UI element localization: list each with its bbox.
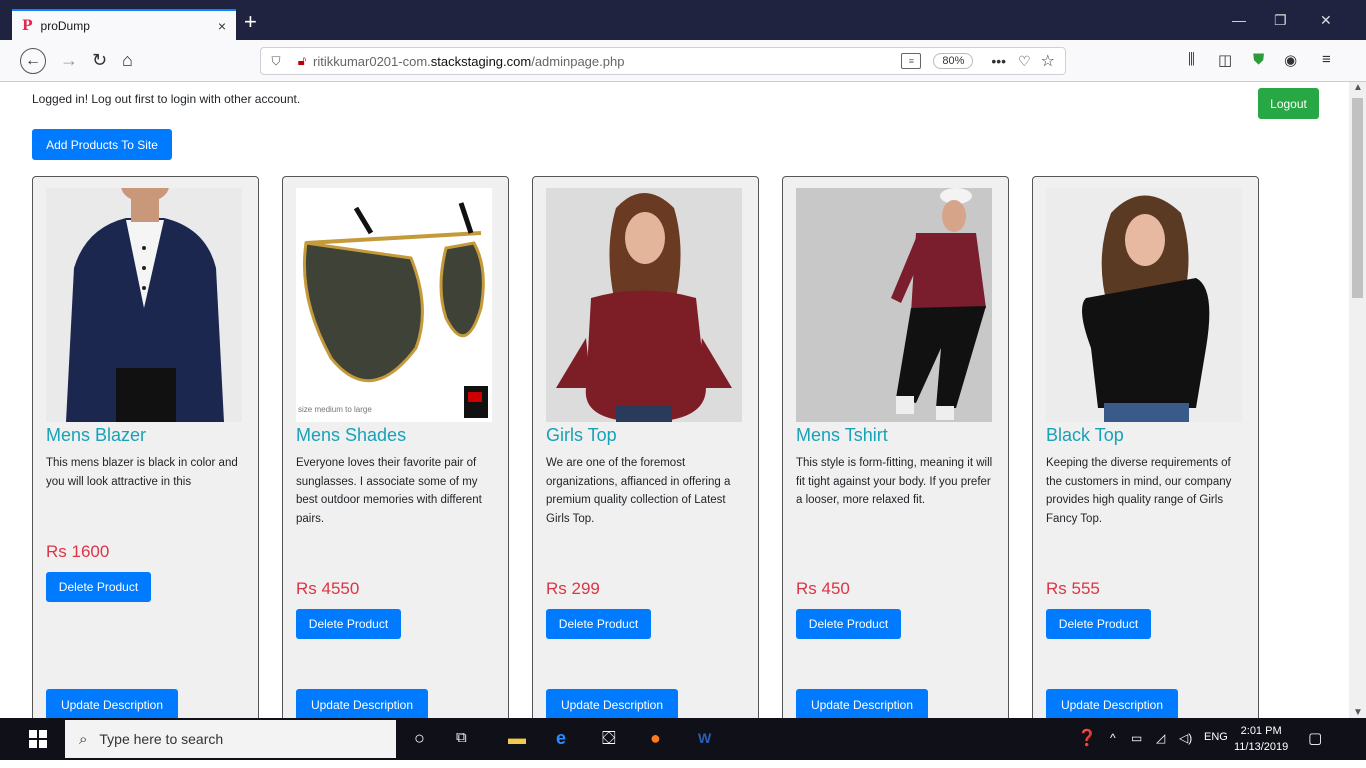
product-description: This style is form-fitting, meaning it w… [796,457,993,506]
close-window-icon[interactable]: ✕ [1320,12,1332,29]
url-bar[interactable]: ⛉ 🔓︎ ritikkumar0201-com.stackstaging.com… [260,47,1066,75]
library-icon[interactable]: ⫼ [1188,51,1195,68]
product-image-caption: size medium to large [298,405,372,414]
product-card: Mens Blazer This mens blazer is black in… [32,176,259,718]
notifications-icon[interactable]: ▢ [1308,729,1322,747]
scroll-down-icon[interactable]: ▼ [1353,707,1363,718]
update-description-button[interactable]: Update Description [796,689,928,718]
delete-product-button[interactable]: Delete Product [1046,609,1151,639]
product-price: Rs 299 [546,579,600,598]
help-icon[interactable]: ❓ [1077,728,1097,748]
product-price: Rs 4550 [296,579,360,598]
back-icon[interactable]: ← [20,48,46,74]
new-tab-icon[interactable]: + [244,11,257,33]
product-card: Black Top Keeping the diverse requiremen… [1032,176,1259,718]
clock-time: 2:01 PM [1240,725,1282,737]
product-description: This mens blazer is black in color and y… [46,457,238,488]
product-name: Girls Top [546,425,617,445]
add-products-button[interactable]: Add Products To Site [32,129,172,160]
scrollbar-thumb[interactable] [1352,98,1363,298]
taskbar-search-box[interactable]: ⌕ Type here to search [65,720,396,758]
product-price: Rs 450 [796,579,850,598]
minimize-icon[interactable]: — [1232,12,1246,28]
login-status-message: Logged in! Log out first to login with o… [32,92,301,106]
product-card: size medium to large Mens Shades Everyon… [282,176,509,718]
browser-nav-bar: ← → ↻ ⌂ ⛉ 🔓︎ ritikkumar0201-com.stacksta… [0,40,1366,82]
page-scrollbar[interactable]: ▲ ▼ [1349,82,1366,718]
product-name: Mens Shades [296,425,407,445]
forward-icon[interactable]: → [60,49,78,71]
tracking-shield-icon[interactable]: ⛉ [261,54,291,69]
network-icon[interactable]: ◿ [1156,731,1165,745]
product-description: We are one of the foremost organizations… [546,457,731,525]
tab-close-icon[interactable]: × [218,18,226,34]
product-card: Mens Tshirt This style is form-fitting, … [782,176,1009,718]
taskbar-clock[interactable]: 2:01 PM 11/13/2019 [1234,723,1288,755]
screen-bottom-edge [0,760,1366,768]
reader-view-icon[interactable]: ≡ [901,53,922,69]
update-description-button[interactable]: Update Description [46,689,178,718]
delete-product-button[interactable]: Delete Product [46,572,151,602]
delete-product-button[interactable]: Delete Product [546,609,651,639]
product-description: Keeping the diverse requirements of the … [1046,457,1232,525]
scroll-up-icon[interactable]: ▲ [1353,82,1363,93]
language-indicator[interactable]: ENG [1204,731,1228,743]
page-content: Logged in! Log out first to login with o… [0,82,1349,718]
product-price: Rs 1600 [46,542,110,561]
show-hidden-icons-icon[interactable]: ^ [1110,731,1116,745]
delete-product-button[interactable]: Delete Product [796,609,901,639]
logout-button[interactable]: Logout [1258,88,1319,119]
product-name: Mens Tshirt [796,425,888,445]
product-image-black-top [1046,188,1242,422]
volume-icon[interactable]: ◁) [1179,731,1192,745]
search-icon: ⌕ [79,730,88,748]
product-image-blazer [46,188,242,422]
shield-extension-icon[interactable]: ⛊ [1253,51,1264,68]
windows-start-icon[interactable] [29,730,47,748]
clock-date: 11/13/2019 [1234,741,1289,753]
reload-icon[interactable]: ↻ [92,49,107,71]
bookmark-star-icon[interactable]: ☆ [1041,51,1055,71]
word-icon[interactable]: W [698,727,711,749]
update-description-button[interactable]: Update Description [296,689,428,718]
product-image-girls-top [546,188,742,422]
account-icon[interactable]: ◉ [1284,51,1297,69]
edge-browser-icon[interactable]: e [556,727,566,749]
product-card: Girls Top We are one of the foremost org… [532,176,759,718]
file-explorer-icon[interactable]: ▬ [508,727,526,749]
insecure-lock-icon[interactable]: 🔓︎ [291,53,313,69]
zoom-level[interactable]: 80% [933,53,974,69]
site-favicon-icon: P [22,17,33,34]
browser-tab-bar: P proDump × + — ❐ ✕ [0,0,1366,40]
sidebar-icon[interactable]: ◫ [1218,51,1232,69]
tab-title: proDump [40,18,90,33]
update-description-button[interactable]: Update Description [546,689,678,718]
task-view-icon[interactable]: ⧉ [456,727,467,749]
product-name: Mens Blazer [46,425,147,445]
product-image-shades [296,188,492,422]
windows-taskbar: ⌕ Type here to search ○ ⧉ ▬ e ⛋ ● W ❓ ^ … [0,718,1366,760]
delete-product-button[interactable]: Delete Product [296,609,401,639]
update-description-button[interactable]: Update Description [1046,689,1178,718]
product-description: Everyone loves their favorite pair of su… [296,457,482,525]
browser-tab[interactable]: P proDump × [12,9,236,40]
page-actions-icon[interactable]: ••• [991,53,1006,69]
url-text[interactable]: ritikkumar0201-com.stackstaging.com/admi… [313,54,901,69]
product-price: Rs 555 [1046,579,1100,598]
cortana-icon[interactable]: ○ [414,727,425,749]
home-icon[interactable]: ⌂ [122,49,133,71]
product-image-mens-tshirt [796,188,992,422]
search-placeholder: Type here to search [99,731,224,747]
menu-icon[interactable]: ≡ [1322,51,1331,68]
product-name: Black Top [1046,425,1124,445]
pocket-icon[interactable]: ♡ [1018,53,1031,70]
store-icon[interactable]: ⛋ [602,727,616,749]
restore-icon[interactable]: ❐ [1274,12,1287,29]
battery-icon[interactable]: ▭ [1131,731,1142,745]
firefox-icon[interactable]: ● [650,727,661,749]
